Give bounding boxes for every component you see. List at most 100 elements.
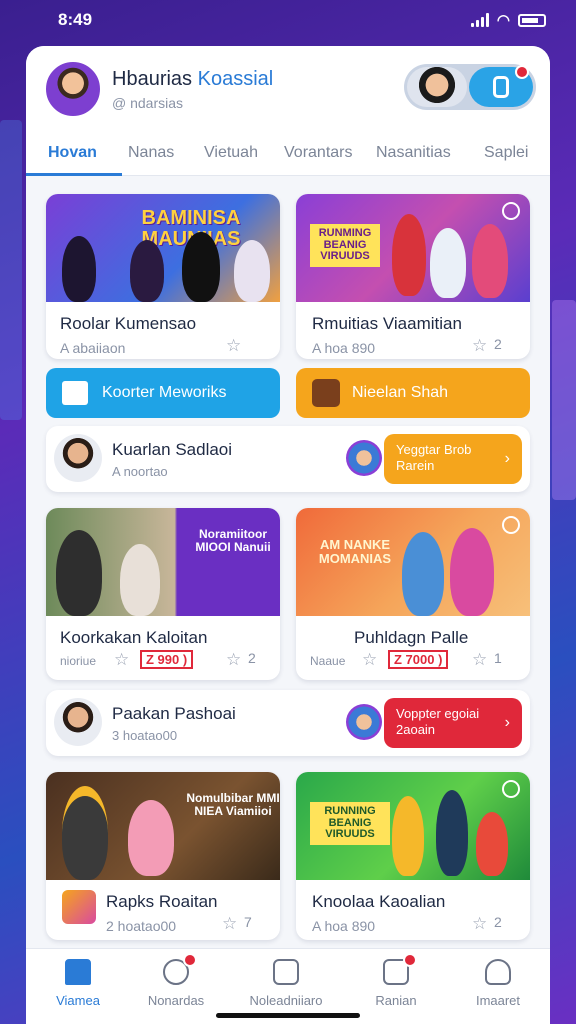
check-icon[interactable] xyxy=(502,780,520,798)
card-meta: nioriue ☆ Z 990 ) ☆ 2 xyxy=(46,648,280,670)
profile-info: Hbaurias Koassial @ ndarsias xyxy=(112,68,273,111)
person-figure xyxy=(130,240,164,302)
tab-bar: Hovan Nanas Vietuah Vorantars Nasanitias… xyxy=(26,132,550,176)
document-icon xyxy=(273,959,299,985)
person-figure xyxy=(402,532,444,616)
mode-toggle[interactable] xyxy=(404,64,536,110)
star-icon[interactable]: ☆ xyxy=(472,650,487,670)
card-title: Rmuitias Viaamitian xyxy=(312,314,462,333)
memorials-button[interactable]: Koorter Meworiks xyxy=(46,368,280,418)
profile-name-part2: Koassial xyxy=(197,67,274,90)
nav-profile[interactable]: Imaaret xyxy=(446,959,550,1008)
memorials-button-label: Koorter Meworiks xyxy=(102,384,227,401)
nav-notifications[interactable]: Ranian xyxy=(344,953,448,1008)
star-icon[interactable]: ☆ xyxy=(472,914,487,934)
device-icon xyxy=(493,76,509,98)
cta-button[interactable]: Yeggtar Brob Rarein › xyxy=(384,434,522,484)
tab-saplei[interactable]: Saplei xyxy=(484,144,528,162)
card-title: Roolar Kumensao xyxy=(60,314,197,333)
card-rating: 7 xyxy=(244,914,252,930)
avatar[interactable] xyxy=(54,698,102,746)
card-rating: 2 xyxy=(248,650,256,666)
app-icon xyxy=(62,890,96,924)
person-figure xyxy=(62,236,96,302)
tab-hovan[interactable]: Hovan xyxy=(48,144,97,162)
card-meta-text: A abaiiaon xyxy=(60,340,126,356)
tab-indicator xyxy=(26,173,122,176)
content-card[interactable]: AM NANKE MOMANIAS Puhldagn Palle Naaue ☆… xyxy=(296,508,530,680)
home-indicator[interactable] xyxy=(216,1013,360,1018)
card-thumbnail: Nomulbibar MMI NIEA Viamiioi xyxy=(46,772,280,880)
cta-button[interactable]: Voppter egoiai 2aoain › xyxy=(384,698,522,748)
bottom-nav: Viamea Nonardas Noleadniiaro Ranian Imaa… xyxy=(26,948,550,1024)
star-icon[interactable]: ☆ xyxy=(222,914,237,934)
tab-vorantars[interactable]: Vorantars xyxy=(284,144,352,162)
tab-nanas[interactable]: Nanas xyxy=(128,144,174,162)
status-icons: ◠ xyxy=(470,11,546,29)
avatar[interactable] xyxy=(54,434,102,482)
card-meta: A abaiiaon ☆ xyxy=(46,334,280,356)
card-banner-text: RUNMING BEANIG VIRUUDS xyxy=(310,224,380,267)
toggle-active-button[interactable] xyxy=(469,65,533,107)
content-card[interactable]: RUNNING BEANIG VIRUUDS Knoolaa Kaoalian … xyxy=(296,772,530,940)
card-title: Koorkakan Kaloitan xyxy=(60,628,208,647)
status-time: 8:49 xyxy=(58,10,93,29)
nav-notifications-label: Ranian xyxy=(375,993,417,1008)
content-card[interactable]: BAMINISA MAUNIIAS Roolar Kumensao A abai… xyxy=(46,194,280,359)
card-meta: Naaue ☆ Z 7000 ) ☆ 1 xyxy=(296,648,530,670)
chevron-right-icon: › xyxy=(504,714,510,731)
toggle-avatar[interactable] xyxy=(407,67,467,107)
content-card[interactable]: Nomulbibar MMI NIEA Viamiioi Rapks Roait… xyxy=(46,772,280,940)
nav-chat[interactable]: Nonardas xyxy=(124,953,228,1008)
card-thumbnail: BAMINISA MAUNIIAS xyxy=(46,194,280,302)
notification-icon xyxy=(383,953,417,985)
tab-nasanitias[interactable]: Nasanitias xyxy=(376,144,451,162)
price-tag: Z 7000 ) xyxy=(388,650,449,669)
share-button[interactable]: Nieelan Shah xyxy=(296,368,530,418)
card-thumbnail: RUNNING BEANIG VIRUUDS xyxy=(296,772,530,880)
mini-avatar[interactable] xyxy=(346,704,382,740)
person-figure xyxy=(56,530,102,616)
star-icon[interactable]: ☆ xyxy=(226,336,241,356)
card-rating: 2 xyxy=(494,336,502,352)
content-card[interactable]: RUNMING BEANIG VIRUUDS Rmuitias Viaamiti… xyxy=(296,194,530,359)
card-title: Puhldagn Palle xyxy=(354,628,469,647)
list-item[interactable]: Kuarlan Sadlaoi A noortao Yeggtar Brob R… xyxy=(46,426,530,492)
check-icon[interactable] xyxy=(502,516,520,534)
list-item[interactable]: Paakan Pashoai 3 hoatao00 Voppter egoiai… xyxy=(46,690,530,756)
star-icon[interactable]: ☆ xyxy=(362,650,377,670)
nav-profile-label: Imaaret xyxy=(475,993,521,1008)
status-bar: 8:49 ◠ xyxy=(0,0,576,40)
card-meta-text: A hoa 890 xyxy=(312,340,376,356)
list-icon xyxy=(62,381,88,405)
nav-chat-label: Nonardas xyxy=(147,993,205,1008)
card-meta-text: Naaue xyxy=(310,654,346,668)
card-rating: 2 xyxy=(494,914,502,930)
card-meta: A hoa 890 ☆ 2 xyxy=(296,334,530,356)
list-item-title: Kuarlan Sadlaoi xyxy=(112,440,233,459)
notification-dot xyxy=(183,953,197,967)
star-icon[interactable]: ☆ xyxy=(472,336,487,356)
list-item-title: Paakan Pashoai xyxy=(112,704,236,723)
avatar[interactable] xyxy=(46,62,100,116)
nav-home-label: Viamea xyxy=(56,993,100,1008)
card-meta-text: A hoa 890 xyxy=(312,918,376,934)
card-title: Knoolaa Kaoalian xyxy=(312,892,446,911)
person-figure xyxy=(182,232,220,302)
tab-vietuah[interactable]: Vietuah xyxy=(204,144,258,162)
nav-home[interactable]: Viamea xyxy=(26,959,130,1008)
person-figure xyxy=(436,790,468,876)
check-icon[interactable] xyxy=(502,202,520,220)
cartoon-figure xyxy=(128,800,174,876)
nav-documents[interactable]: Noleadniiaro xyxy=(234,959,338,1008)
profile-header: Hbaurias Koassial @ ndarsias xyxy=(26,46,550,132)
mini-avatar[interactable] xyxy=(346,440,382,476)
card-thumbnail: Noramiitoor MIOOI Nanuii xyxy=(46,508,280,616)
star-icon[interactable]: ☆ xyxy=(114,650,129,670)
content-card[interactable]: Noramiitoor MIOOI Nanuii Koorkakan Kaloi… xyxy=(46,508,280,680)
notification-dot xyxy=(515,65,529,79)
cta-line1: Yeggtar Brob xyxy=(396,442,472,457)
card-rating: 1 xyxy=(494,650,502,666)
star-icon[interactable]: ☆ xyxy=(226,650,241,670)
cta-line2: 2aoain xyxy=(396,722,436,738)
